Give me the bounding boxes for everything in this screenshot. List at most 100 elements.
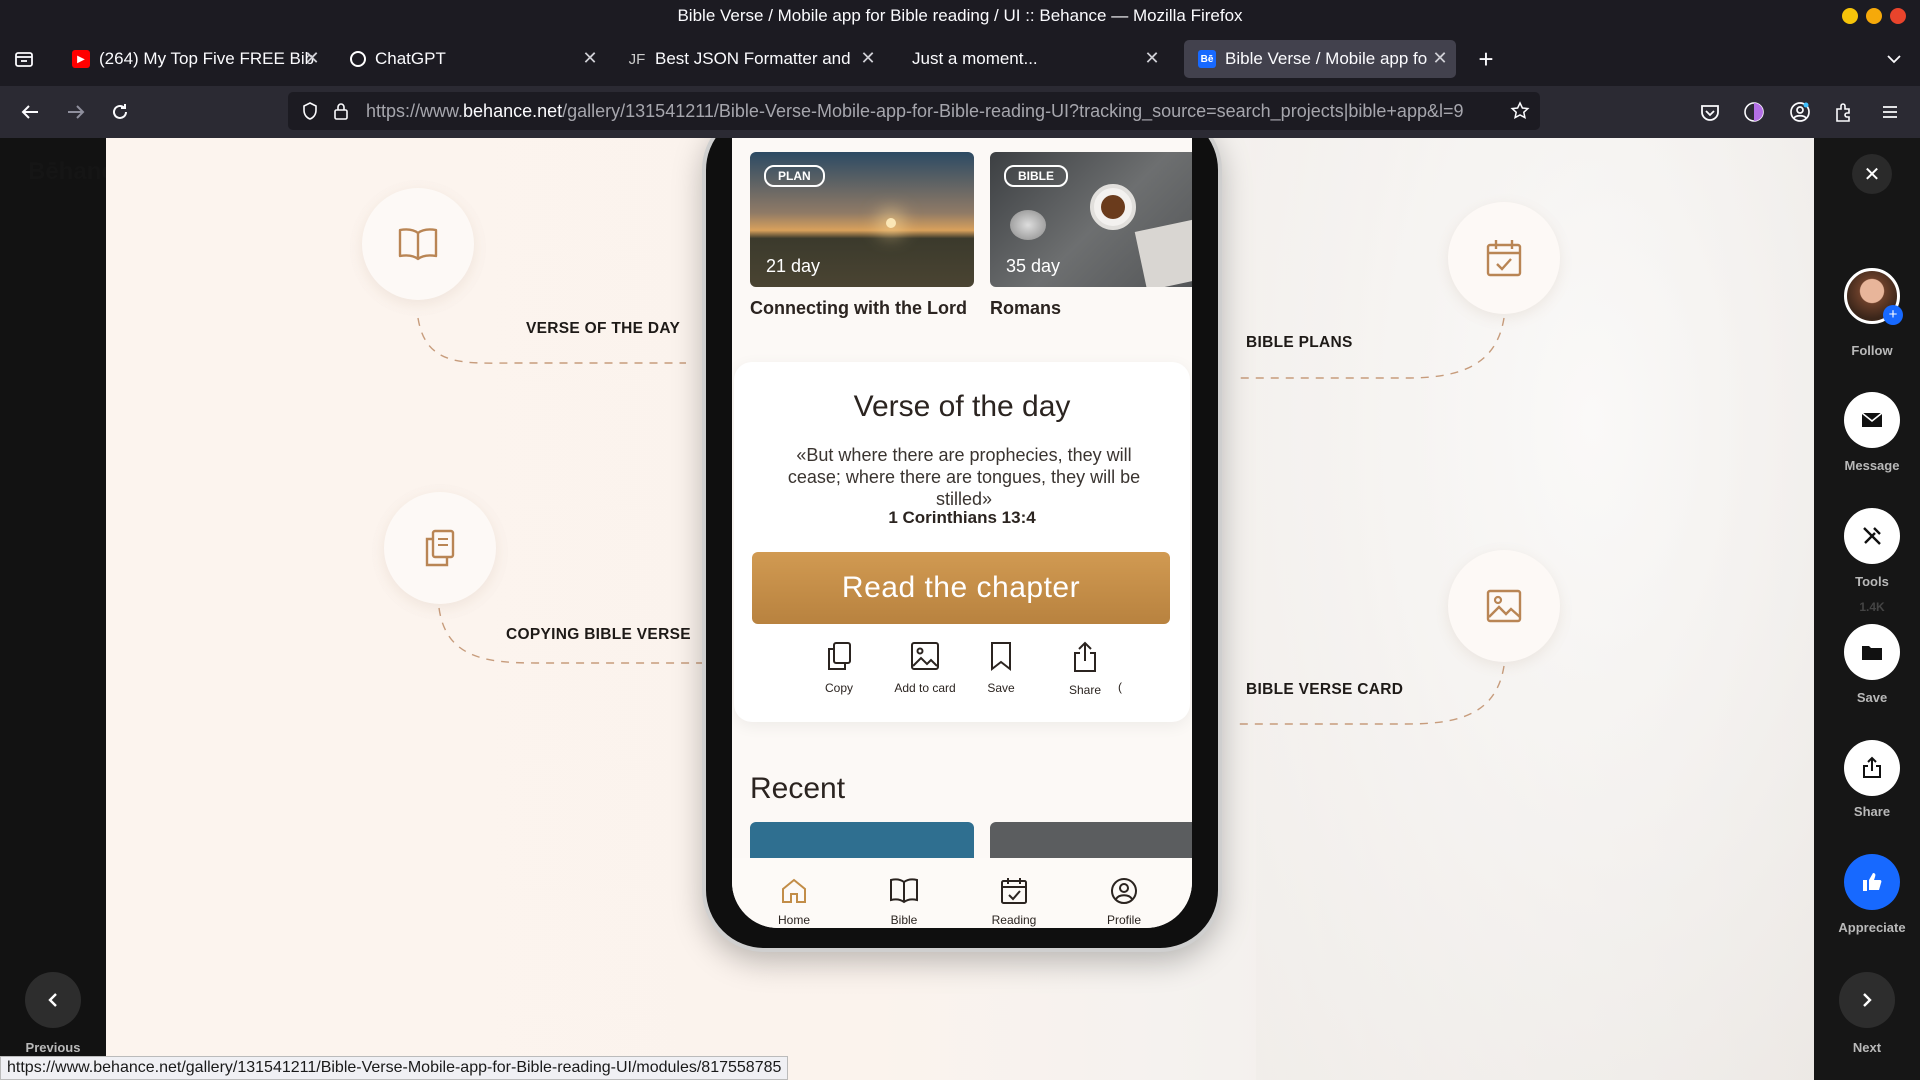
- tab-behance-active[interactable]: Bē Bible Verse / Mobile app fo ✕: [1184, 40, 1456, 78]
- plus-icon: +: [1883, 305, 1903, 325]
- envelope-icon: [1861, 412, 1883, 427]
- next-label[interactable]: Next: [1832, 1040, 1902, 1055]
- nav-label: Profile: [1106, 913, 1141, 927]
- tab-json-formatter[interactable]: JF Best JSON Formatter and ✕: [614, 40, 884, 78]
- share-button[interactable]: [1844, 740, 1900, 796]
- tab-just-a-moment[interactable]: Just a moment... ✕: [898, 40, 1168, 78]
- tab-youtube[interactable]: ▶ (264) My Top Five FREE Bib ✕: [58, 40, 328, 78]
- chevron-right-icon: [1863, 993, 1872, 1007]
- profile-icon: [1111, 878, 1137, 904]
- message-button[interactable]: [1844, 392, 1900, 448]
- account-icon: [1790, 102, 1810, 122]
- tab-overview-button[interactable]: [10, 45, 38, 73]
- save-button[interactable]: [1844, 624, 1900, 680]
- thumbs-up-icon: [1863, 873, 1882, 891]
- close-tab-icon[interactable]: ✕: [1142, 48, 1162, 69]
- lock-icon[interactable]: [332, 101, 350, 126]
- share-icon: [1074, 641, 1096, 672]
- recent-heading: Recent: [750, 772, 846, 805]
- verse-title: Verse of the day: [853, 390, 1071, 423]
- copy-icon: [828, 642, 851, 670]
- arrow-left-icon: [21, 105, 38, 119]
- extension-color-button[interactable]: [1740, 98, 1768, 126]
- nav-label: Bible: [890, 913, 918, 927]
- tools-button[interactable]: [1844, 508, 1900, 564]
- previous-label[interactable]: Previous: [18, 1040, 88, 1055]
- card-days: 35 day: [1006, 256, 1061, 276]
- appreciate-button[interactable]: [1844, 854, 1900, 910]
- plan-card[interactable]: PLAN 21 day: [750, 152, 974, 287]
- project-image: VERSE OF THE DAY COPYING BIBLE VERSE BIB…: [106, 138, 1814, 1080]
- close-project-button[interactable]: ✕: [1852, 154, 1892, 194]
- close-tab-icon[interactable]: ✕: [580, 48, 600, 69]
- back-button[interactable]: [16, 98, 44, 126]
- jf-icon: JF: [628, 50, 646, 68]
- recent-card-2[interactable]: [990, 822, 1192, 862]
- close-tab-icon[interactable]: ✕: [858, 48, 878, 69]
- tab-label: (264) My Top Five FREE Bib: [99, 49, 315, 68]
- card-tag: BIBLE: [1004, 165, 1068, 187]
- verse-text: «But where there are prophecies, they wi…: [787, 445, 1141, 509]
- tab-label: Best JSON Formatter and: [655, 49, 851, 68]
- close-window-button[interactable]: [1890, 8, 1906, 24]
- nav-reading[interactable]: Reading: [974, 876, 1054, 927]
- tracking-shield-icon[interactable]: [300, 101, 320, 126]
- save-label: Save: [987, 681, 1015, 695]
- views-count: 1.4K: [1859, 600, 1885, 614]
- bible-card[interactable]: BIBLE 35 day: [990, 152, 1192, 287]
- project-actions-sidebar: ✕ + Follow Message Tools 1.4K Save Share…: [1814, 138, 1920, 1080]
- extensions-button[interactable]: [1830, 98, 1858, 126]
- new-tab-button[interactable]: +: [1472, 44, 1500, 74]
- calendar-check-icon: [1001, 878, 1027, 904]
- copy-label: Copy: [824, 681, 853, 695]
- nav-bible[interactable]: Bible: [864, 876, 944, 927]
- copy-action[interactable]: Copy: [804, 640, 874, 695]
- close-icon: ✕: [1863, 163, 1881, 186]
- follow-label[interactable]: Follow: [1814, 343, 1920, 358]
- image-icon: [911, 642, 939, 670]
- menu-button[interactable]: [1876, 98, 1904, 126]
- reload-button[interactable]: [106, 98, 134, 126]
- tab-bar: ▶ (264) My Top Five FREE Bib ✕ ChatGPT ✕…: [0, 32, 1920, 86]
- card-title[interactable]: Connecting with the Lord: [750, 298, 967, 319]
- nav-home[interactable]: Home: [754, 876, 834, 927]
- app-bottom-nav: Home Bible Reading Profile: [732, 858, 1192, 928]
- share-label: Share: [1853, 804, 1891, 819]
- puzzle-icon: [1836, 103, 1850, 122]
- account-button[interactable]: [1786, 98, 1814, 126]
- list-tabs-button[interactable]: [1880, 45, 1908, 73]
- url-text[interactable]: https://www.behance.net/gallery/13154121…: [366, 101, 1496, 122]
- recent-card-1[interactable]: [750, 822, 974, 862]
- owner-avatar[interactable]: +: [1844, 268, 1903, 325]
- tools-icon: [1863, 527, 1881, 545]
- message-label: Message: [1844, 458, 1900, 473]
- next-project-button[interactable]: [1839, 972, 1895, 1028]
- more-action-partial[interactable]: (: [1110, 680, 1130, 694]
- maximize-button[interactable]: [1866, 8, 1882, 24]
- copy-icon: [425, 529, 455, 567]
- nav-profile[interactable]: Profile: [1084, 876, 1164, 927]
- bookmark-star-icon[interactable]: [1510, 101, 1530, 126]
- color-wheel-icon: [1744, 102, 1764, 122]
- tab-label: ChatGPT: [375, 49, 446, 68]
- card-title[interactable]: Romans: [990, 298, 1061, 319]
- share-icon: [1863, 756, 1881, 778]
- nav-label: Home: [777, 913, 810, 927]
- app-screen: PLAN 21 day Connecting with the Lord BIB…: [732, 138, 1192, 928]
- minimize-button[interactable]: [1842, 8, 1858, 24]
- sun-glow: [886, 218, 896, 228]
- add-to-card-action[interactable]: Add to card: [890, 640, 960, 695]
- verse-of-day-feature-badge: [362, 188, 474, 300]
- pocket-button[interactable]: [1696, 98, 1724, 126]
- window-title: Bible Verse / Mobile app for Bible readi…: [677, 6, 1243, 25]
- previous-project-button[interactable]: [25, 972, 81, 1028]
- copying-feature-badge: [384, 492, 496, 604]
- close-tab-icon[interactable]: ✕: [1430, 48, 1450, 69]
- close-tab-icon[interactable]: ✕: [302, 48, 322, 69]
- verse-card-feature-badge: [1448, 550, 1560, 662]
- save-action[interactable]: Save: [966, 640, 1036, 695]
- forward-button[interactable]: [62, 98, 90, 126]
- tab-chatgpt[interactable]: ChatGPT ✕: [336, 40, 606, 78]
- url-bar[interactable]: https://www.behance.net/gallery/13154121…: [288, 92, 1540, 130]
- read-chapter-button[interactable]: Read the chapter: [752, 552, 1170, 624]
